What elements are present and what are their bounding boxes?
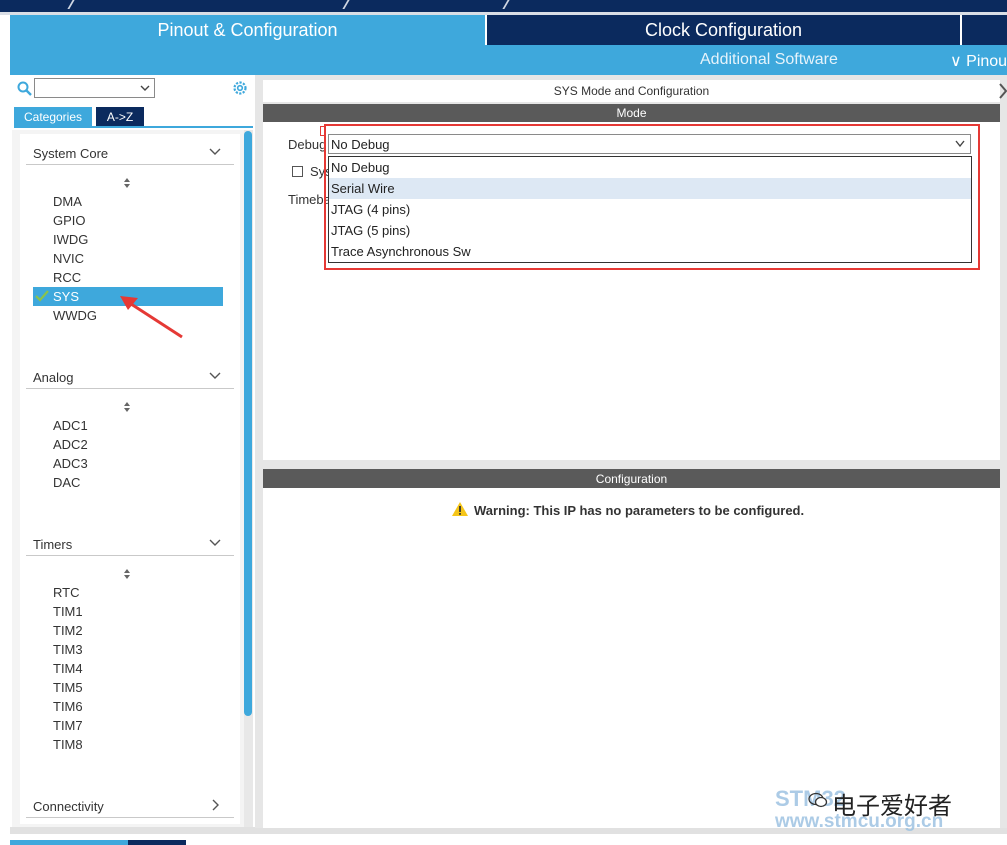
section-system-core[interactable]: System Core (33, 146, 108, 161)
additional-software-menu[interactable]: Additional Software (700, 51, 838, 69)
collapse-icon[interactable] (999, 82, 1007, 104)
top-strip (0, 0, 1007, 15)
list-item-sys[interactable]: SYS (53, 289, 79, 304)
pinout-view-menu[interactable]: ∨ Pinou (950, 51, 1007, 71)
list-item-dma[interactable]: DMA (53, 194, 82, 209)
section-divider (26, 555, 234, 556)
watermark-overlay-text: 电子爱好者 (832, 793, 952, 820)
list-item-rtc[interactable]: RTC (53, 585, 79, 600)
chevron-down-icon[interactable] (208, 147, 222, 157)
list-item-tim6[interactable]: TIM6 (53, 699, 83, 714)
mode-header[interactable]: Mode (263, 104, 1000, 122)
debug-label: Debug (288, 137, 327, 152)
section-connectivity[interactable]: Connectivity (33, 799, 104, 814)
list-item-iwdg[interactable]: IWDG (53, 232, 88, 247)
tab-underline (14, 126, 253, 128)
section-divider (26, 817, 234, 818)
list-item-tim1[interactable]: TIM1 (53, 604, 83, 619)
annotation-highlight-box (324, 124, 980, 270)
tab-a-to-z[interactable]: A->Z (96, 107, 144, 126)
tab-pinout-configuration[interactable]: Pinout & Configuration (10, 15, 485, 45)
sub-toolbar (10, 45, 1007, 75)
list-item-wwdg[interactable]: WWDG (53, 308, 97, 323)
list-item-tim2[interactable]: TIM2 (53, 623, 83, 638)
search-icon[interactable] (16, 80, 34, 98)
panel-title: SYS Mode and Configuration (263, 80, 1000, 102)
list-item-tim7[interactable]: TIM7 (53, 718, 83, 733)
strip-notch (502, 0, 510, 9)
list-item-tim4[interactable]: TIM4 (53, 661, 83, 676)
section-divider (26, 164, 234, 165)
sort-icon[interactable] (122, 401, 132, 413)
list-item-tim5[interactable]: TIM5 (53, 680, 83, 695)
warning-icon (452, 502, 468, 516)
chevron-right-icon[interactable] (210, 799, 220, 811)
tab-clock-configuration[interactable]: Clock Configuration (487, 15, 960, 45)
list-item-adc2[interactable]: ADC2 (53, 437, 88, 452)
tab-overflow[interactable] (962, 15, 1007, 45)
list-item-nvic[interactable]: NVIC (53, 251, 84, 266)
list-item-adc3[interactable]: ADC3 (53, 456, 88, 471)
list-item-adc1[interactable]: ADC1 (53, 418, 88, 433)
bottom-tab[interactable] (128, 840, 186, 845)
chevron-down-icon[interactable] (208, 371, 222, 381)
chevron-down-icon (140, 85, 150, 91)
list-item-rcc[interactable]: RCC (53, 270, 81, 285)
configuration-section (263, 488, 1000, 828)
sort-icon[interactable] (122, 568, 132, 580)
gear-icon[interactable] (231, 79, 249, 97)
wechat-icon (808, 792, 828, 808)
warning-message: Warning: This IP has no parameters to be… (474, 503, 805, 518)
scrollbar-thumb[interactable] (244, 131, 252, 716)
sort-icon[interactable] (122, 177, 132, 189)
configuration-header[interactable]: Configuration (263, 469, 1000, 488)
list-item-tim3[interactable]: TIM3 (53, 642, 83, 657)
list-item-dac[interactable]: DAC (53, 475, 80, 490)
sys-wakeup-checkbox[interactable] (292, 166, 303, 177)
chevron-down-icon[interactable] (208, 538, 222, 548)
annotation-arrow-icon (120, 296, 183, 339)
check-icon (35, 290, 49, 302)
section-divider (26, 388, 234, 389)
tab-categories[interactable]: Categories (14, 107, 92, 126)
list-item-gpio[interactable]: GPIO (53, 213, 86, 228)
section-analog[interactable]: Analog (33, 370, 73, 385)
section-timers[interactable]: Timers (33, 537, 72, 552)
list-item-tim8[interactable]: TIM8 (53, 737, 83, 752)
bottom-tab-active[interactable] (10, 840, 128, 845)
strip-notch (342, 0, 350, 9)
search-input[interactable] (34, 78, 155, 98)
strip-notch (67, 0, 75, 9)
